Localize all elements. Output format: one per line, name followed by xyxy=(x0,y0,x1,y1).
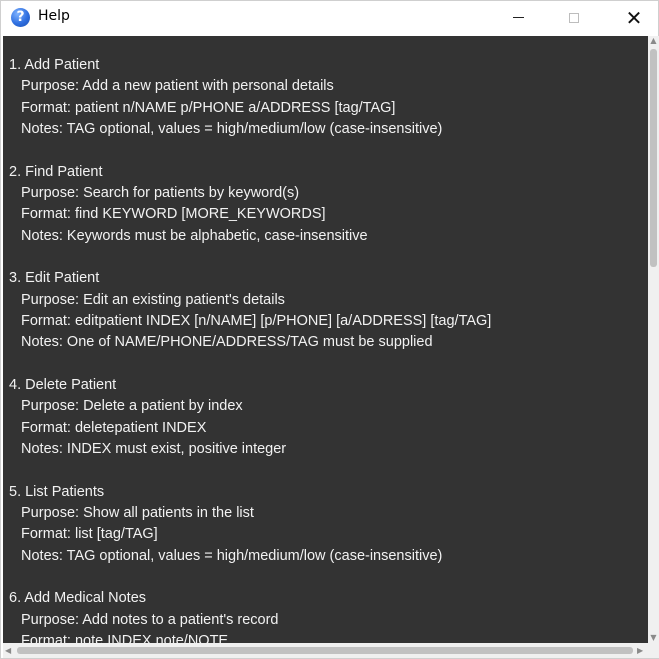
help-window: ? Help ✕ 1. Add Patient Purpose: Add a n… xyxy=(0,0,659,659)
help-text: 1. Add Patient Purpose: Add a new patien… xyxy=(9,55,491,643)
vertical-scrollbar[interactable]: ▲ ▼ xyxy=(648,36,659,643)
help-section-list-patients: 5. List Patients Purpose: Show all patie… xyxy=(9,482,491,567)
close-button[interactable]: ✕ xyxy=(611,1,657,34)
minimize-button[interactable] xyxy=(495,1,541,34)
help-section-edit-patient: 3. Edit Patient Purpose: Edit an existin… xyxy=(9,268,491,353)
section-format: Format: editpatient INDEX [n/NAME] [p/PH… xyxy=(21,312,492,329)
scroll-right-icon[interactable]: ▶ xyxy=(637,646,643,655)
section-heading: 1. Add Patient xyxy=(9,57,100,73)
section-format: Format: deletepatient INDEX xyxy=(21,419,207,436)
window-title: Help xyxy=(38,8,70,24)
section-format: Format: list [tag/TAG] xyxy=(21,526,158,543)
section-heading: 6. Add Medical Notes xyxy=(9,590,147,607)
section-heading: 2. Find Patient xyxy=(9,163,103,180)
vertical-scroll-thumb[interactable] xyxy=(650,49,657,267)
scroll-up-icon[interactable]: ▲ xyxy=(650,37,657,45)
section-purpose: Purpose: Add notes to a patient's record xyxy=(21,611,279,628)
title-bar[interactable]: ? Help ✕ xyxy=(1,1,658,34)
section-purpose: Purpose: Edit an existing patient's deta… xyxy=(21,291,285,308)
section-purpose: Purpose: Add a new patient with personal… xyxy=(21,78,334,95)
help-section-find-patient: 2. Find Patient Purpose: Search for pati… xyxy=(9,162,491,247)
horizontal-scroll-thumb[interactable] xyxy=(17,647,633,654)
section-format: Format: patient n/NAME p/PHONE a/ADDRESS… xyxy=(21,99,396,116)
maximize-button[interactable] xyxy=(551,1,597,34)
section-heading: 5. List Patients xyxy=(9,483,105,500)
section-notes: Notes: One of NAME/PHONE/ADDRESS/TAG mus… xyxy=(21,334,433,351)
section-purpose: Purpose: Delete a patient by index xyxy=(21,398,243,415)
section-format: Format: find KEYWORD [MORE_KEYWORDS] xyxy=(21,206,326,223)
help-section-add-patient: 1. Add Patient Purpose: Add a new patien… xyxy=(9,55,491,140)
section-purpose: Purpose: Show all patients in the list xyxy=(21,505,254,522)
help-section-delete-patient: 4. Delete Patient Purpose: Delete a pati… xyxy=(9,375,491,460)
section-heading: 4. Delete Patient xyxy=(9,377,117,394)
close-icon: ✕ xyxy=(625,5,643,30)
section-heading: 3. Edit Patient xyxy=(9,270,100,287)
section-format: Format: note INDEX note/NOTE xyxy=(21,633,229,643)
section-notes: Notes: INDEX must exist, positive intege… xyxy=(21,440,287,457)
minimize-icon xyxy=(512,17,524,18)
section-notes: Notes: TAG optional, values = high/mediu… xyxy=(21,547,443,564)
help-question-icon: ? xyxy=(11,8,30,27)
scroll-down-icon[interactable]: ▼ xyxy=(650,634,657,642)
scrollbar-corner xyxy=(648,643,659,658)
horizontal-scrollbar[interactable]: ◀ ▶ xyxy=(3,643,648,658)
scroll-left-icon[interactable]: ◀ xyxy=(5,646,11,655)
section-notes: Notes: TAG optional, values = high/mediu… xyxy=(21,120,443,137)
help-section-add-medical-notes: 6. Add Medical Notes Purpose: Add notes … xyxy=(9,588,491,643)
maximize-icon xyxy=(569,12,579,23)
section-notes: Notes: Keywords must be alphabetic, case… xyxy=(21,227,368,244)
help-content-area[interactable]: 1. Add Patient Purpose: Add a new patien… xyxy=(3,36,648,643)
section-purpose: Purpose: Search for patients by keyword(… xyxy=(21,184,300,201)
